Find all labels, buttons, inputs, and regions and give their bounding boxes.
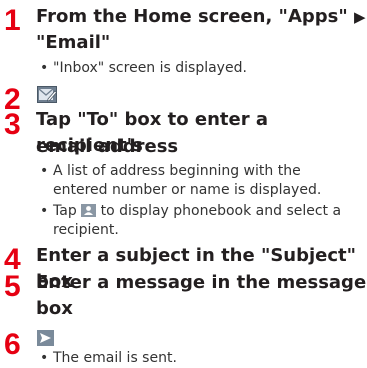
step-number: 6	[4, 328, 21, 361]
bullet-dot: •	[40, 203, 49, 219]
step-note-text: entered number or name is displayed.	[53, 182, 322, 198]
step-note-text: to display phonebook and select a	[100, 203, 342, 219]
step-note-text: The email is sent.	[53, 350, 177, 366]
step-title: From the Home screen, "Apps" ▶	[36, 4, 366, 30]
bullet-dot: •	[40, 350, 49, 366]
step-number: 5	[4, 270, 21, 303]
arrow-icon: ▶	[354, 8, 366, 26]
step-note-text: A list of address beginning with the	[53, 163, 301, 179]
compose-email-icon	[37, 86, 58, 107]
step-number: 1	[4, 4, 21, 37]
bullet-dot: •	[40, 60, 49, 76]
step-title-line2: box	[36, 298, 73, 319]
bullet-dot: •	[40, 163, 49, 179]
step-title-line2: "Email"	[36, 32, 111, 53]
step-note-text: recipient.	[53, 222, 119, 238]
send-icon	[37, 330, 54, 350]
step-number: 3	[4, 108, 21, 141]
step-title-text: From the Home screen, "Apps"	[36, 6, 348, 27]
step-note-text: "Inbox" screen is displayed.	[53, 60, 247, 76]
step-title: Enter a message in the message	[36, 272, 367, 293]
step-title-line2: email address	[36, 136, 179, 157]
step-note-text: Tap	[53, 203, 77, 219]
